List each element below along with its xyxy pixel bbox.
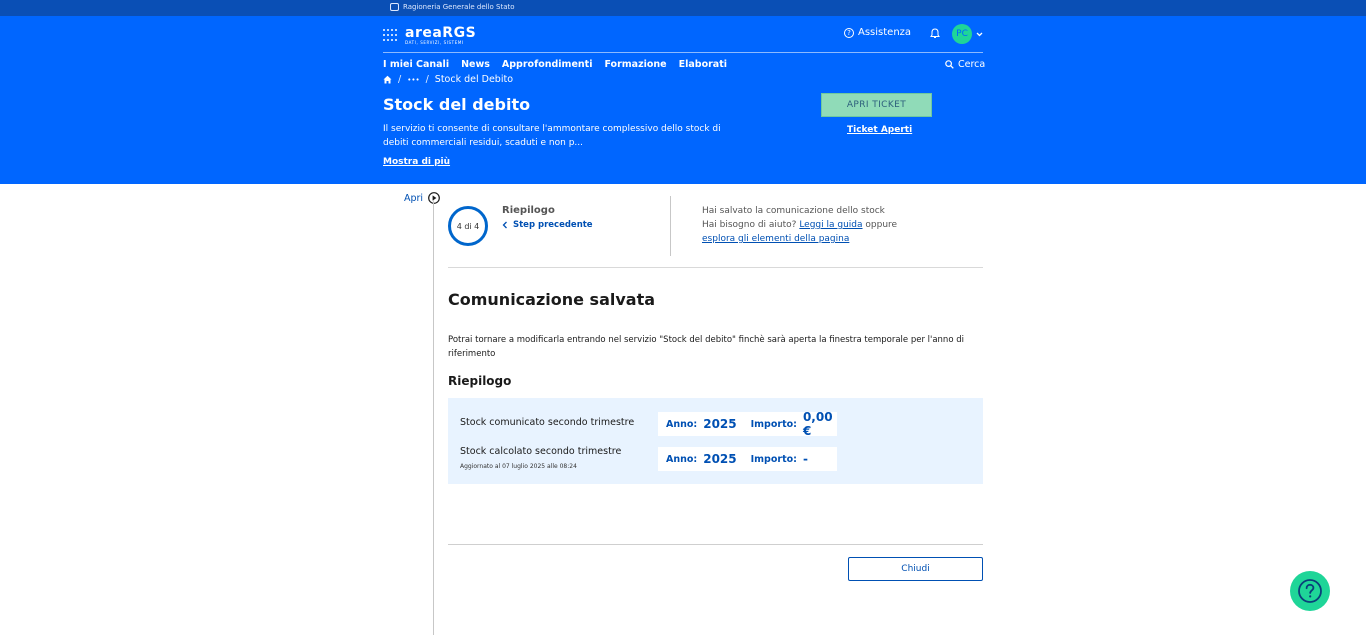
close-button[interactable]: Chiudi [848, 557, 983, 581]
nav-item-canali[interactable]: I miei Canali [383, 59, 449, 70]
org-name: Ragioneria Generale dello Stato [403, 3, 515, 11]
importo-label: Importo: [750, 453, 797, 465]
help-box: Hai salvato la comunicazione dello stock… [702, 204, 897, 246]
home-icon[interactable] [383, 75, 392, 84]
summary-panel: Stock comunicato secondo trimestre Anno:… [448, 398, 983, 484]
importo-label: Importo: [750, 418, 797, 430]
emblem-icon [390, 3, 399, 11]
bell-icon[interactable] [930, 28, 940, 39]
nav-item-approfondimenti[interactable]: Approfondimenti [502, 59, 593, 70]
breadcrumb-separator: / [398, 74, 402, 85]
section-divider [448, 267, 983, 268]
help-prefix: Hai bisogno di aiuto? [702, 220, 797, 230]
logo-name: areaRGS [405, 25, 477, 41]
explore-page-link[interactable]: esplora gli elementi della pagina [702, 234, 849, 244]
confirmation-heading: Comunicazione salvata [448, 290, 656, 309]
page-title: Stock del debito [383, 95, 531, 114]
help-line-1: Hai salvato la comunicazione dello stock [702, 206, 885, 216]
chevron-down-icon [976, 32, 983, 36]
assistance-link[interactable]: ? Assistenza [844, 27, 911, 38]
row-updated-note: Aggiornato al 07 luglio 2025 alle 08:24 [460, 463, 577, 470]
question-icon: ? [844, 27, 854, 38]
user-menu[interactable]: PC [952, 24, 983, 44]
row-label: Stock comunicato secondo trimestre [460, 417, 635, 428]
question-circle-icon [1298, 579, 1322, 603]
step-divider [670, 196, 671, 256]
previous-step-button[interactable]: Step precedente [502, 220, 593, 230]
anno-value: 2025 [703, 417, 737, 431]
main-nav: I miei Canali News Approfondimenti Forma… [383, 59, 727, 70]
chevron-left-icon [502, 221, 507, 229]
page-description: Il servizio ti consente di consultare l'… [383, 124, 721, 148]
guide-link[interactable]: Leggi la guida [799, 220, 862, 230]
importo-value: 0,00 € [802, 410, 833, 438]
search-button[interactable]: Cerca [945, 59, 985, 70]
logo-tagline: DATI, SERVIZI, SISTEMI [405, 40, 464, 45]
sidebar-toggle[interactable]: Apri [404, 192, 440, 204]
sidebar-toggle-label: Apri [404, 192, 424, 204]
breadcrumb: / ••• / Stock del Debito [383, 74, 513, 85]
logo-grid-icon [383, 28, 399, 43]
top-bar: Ragioneria Generale dello Stato [0, 0, 1366, 16]
breadcrumb-separator: / [425, 74, 429, 85]
assistance-label: Assistenza [858, 27, 912, 38]
help-fab-button[interactable] [1290, 571, 1330, 611]
help-suffix: oppure [865, 220, 898, 230]
org-link[interactable]: Ragioneria Generale dello Stato [390, 3, 515, 11]
open-ticket-button[interactable]: APRI TICKET [821, 93, 932, 117]
breadcrumb-ellipsis[interactable]: ••• [407, 76, 419, 84]
row-value-box: Anno: 2025 Importo: - [658, 447, 837, 471]
sidebar-divider [433, 200, 434, 635]
search-label: Cerca [958, 59, 986, 70]
previous-step-label: Step precedente [513, 220, 593, 230]
nav-item-elaborati[interactable]: Elaborati [679, 59, 727, 70]
avatar: PC [952, 24, 972, 44]
nav-item-news[interactable]: News [461, 59, 490, 70]
show-more-link[interactable]: Mostra di più [383, 157, 450, 167]
anno-label: Anno: [666, 453, 698, 465]
footer-divider [448, 544, 983, 545]
anno-label: Anno: [666, 418, 698, 430]
row-label: Stock calcolato secondo trimestre [460, 446, 622, 457]
open-tickets-link[interactable]: Ticket Aperti [847, 125, 912, 135]
importo-value: - [802, 452, 808, 466]
nav-item-formazione[interactable]: Formazione [604, 59, 666, 70]
summary-heading: Riepilogo [448, 374, 512, 388]
header: areaRGS DATI, SERVIZI, SISTEMI ? Assiste… [0, 16, 1366, 184]
logo[interactable]: areaRGS DATI, SERVIZI, SISTEMI [383, 26, 476, 45]
breadcrumb-current: Stock del Debito [434, 74, 514, 85]
header-divider [383, 52, 983, 53]
play-circle-icon [428, 192, 440, 204]
step-title: Riepilogo [502, 205, 555, 216]
confirmation-text: Potrai tornare a modificarla entrando ne… [448, 335, 964, 359]
step-progress: 4 di 4 [448, 206, 488, 246]
row-value-box: Anno: 2025 Importo: 0,00 € [658, 410, 837, 438]
anno-value: 2025 [703, 452, 737, 466]
search-icon [945, 60, 954, 69]
